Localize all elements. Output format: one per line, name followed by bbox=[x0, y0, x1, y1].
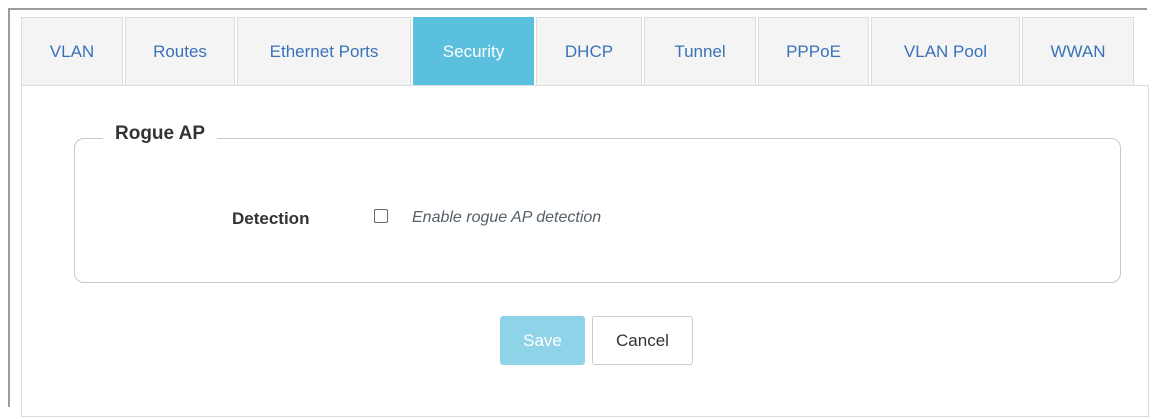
save-button[interactable]: Save bbox=[500, 316, 585, 365]
rogue-ap-fieldset: Rogue AP Detection Enable rogue AP detec… bbox=[74, 123, 1121, 283]
tab-ethernet-ports[interactable]: Ethernet Ports bbox=[237, 17, 411, 85]
detection-description[interactable]: Enable rogue AP detection bbox=[412, 209, 601, 227]
tab-dhcp[interactable]: DHCP bbox=[536, 17, 642, 85]
tab-security[interactable]: Security bbox=[413, 17, 534, 85]
fieldset-legend: Rogue AP bbox=[103, 123, 218, 145]
tab-bar: VLAN Routes Ethernet Ports Security DHCP… bbox=[21, 17, 1136, 85]
detection-checkbox[interactable] bbox=[374, 209, 388, 223]
tab-tunnel[interactable]: Tunnel bbox=[644, 17, 756, 85]
tab-pppoe[interactable]: PPPoE bbox=[758, 17, 869, 85]
tab-wwan[interactable]: WWAN bbox=[1022, 17, 1134, 85]
cancel-button[interactable]: Cancel bbox=[592, 316, 693, 365]
tab-content-panel: Rogue AP Detection Enable rogue AP detec… bbox=[21, 85, 1149, 417]
tab-vlan-pool[interactable]: VLAN Pool bbox=[871, 17, 1020, 85]
window-frame: VLAN Routes Ethernet Ports Security DHCP… bbox=[8, 8, 1149, 417]
tab-routes[interactable]: Routes bbox=[125, 17, 235, 85]
tab-vlan[interactable]: VLAN bbox=[21, 17, 123, 85]
detection-label: Detection bbox=[232, 209, 310, 228]
